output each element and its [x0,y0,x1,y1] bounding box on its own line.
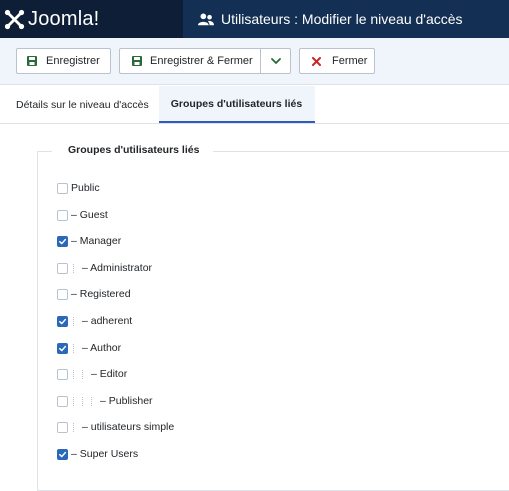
check-icon [59,451,67,457]
tab-linked-user-groups[interactable]: Groupes d'utilisateurs liés [158,86,316,123]
group-label[interactable]: – Administrator [82,262,152,274]
users-icon [198,13,214,26]
group-checkbox[interactable] [57,209,68,221]
group-row: – Registered [57,286,131,302]
group-row: – adherent [57,313,132,329]
check-icon [59,318,67,324]
fieldset-legend: Groupes d'utilisateurs liés [52,144,214,156]
group-checkbox[interactable] [57,182,68,194]
tab-list: Détails sur le niveau d'accès Groupes d'… [0,86,509,124]
group-checkbox[interactable] [57,235,68,247]
save-options-dropdown-button[interactable] [260,48,291,74]
group-checkbox[interactable] [57,315,68,327]
group-checkbox[interactable] [57,395,68,407]
check-icon [59,238,67,244]
group-label[interactable]: – Manager [71,235,121,247]
chevron-down-icon [270,57,281,64]
close-button-label: Fermer [332,55,368,67]
group-label[interactable]: – utilisateurs simple [82,421,174,433]
group-label[interactable]: – Publisher [100,395,153,407]
group-label[interactable]: – Author [82,342,121,354]
group-row: – Publisher [57,393,153,409]
group-checkbox[interactable] [57,342,68,354]
indent-guides [71,422,80,433]
brand-logo[interactable]: Joomla! [0,0,183,38]
group-row: Public [57,180,100,196]
joomla-logo-icon [4,9,25,29]
floppy-disk-icon [27,56,37,66]
app-header: Joomla! Utilisateurs : Modifier le nivea… [0,0,509,38]
close-button[interactable]: Fermer [299,48,375,74]
indent-guides [71,343,80,354]
group-checkbox[interactable] [57,368,68,380]
floppy-disk-icon [132,56,142,66]
group-label[interactable]: – Guest [71,209,108,221]
group-label[interactable]: – Registered [71,288,131,300]
check-icon [59,345,67,351]
save-button[interactable]: Enregistrer [16,48,111,74]
group-row: – Guest [57,207,108,223]
group-label[interactable]: Public [71,182,100,194]
group-checkbox[interactable] [57,262,68,274]
group-label[interactable]: – adherent [82,315,132,327]
save-and-close-button[interactable]: Enregistrer & Fermer [119,48,260,74]
save-and-close-label: Enregistrer & Fermer [150,55,253,67]
group-row: – Author [57,340,121,356]
group-label[interactable]: – Editor [91,368,127,380]
indent-guides [71,263,80,274]
group-checkbox[interactable] [57,448,68,460]
indent-guides [71,369,89,380]
tab-access-level-details[interactable]: Détails sur le niveau d'accès [5,86,159,123]
group-row: – Super Users [57,446,138,462]
indent-guides [71,396,98,407]
group-row: – Manager [57,233,121,249]
group-row: – utilisateurs simple [57,419,174,435]
save-button-label: Enregistrer [46,55,100,67]
close-x-icon [312,56,321,66]
indent-guides [71,316,80,327]
group-checkbox[interactable] [57,288,68,300]
group-checkbox[interactable] [57,421,68,433]
page-title: Utilisateurs : Modifier le niveau d'accè… [221,11,463,27]
title-bar: Utilisateurs : Modifier le niveau d'accè… [183,0,509,38]
group-label[interactable]: – Super Users [71,448,138,460]
brand-name: Joomla! [28,7,100,30]
save-close-group: Enregistrer & Fermer [119,48,291,74]
group-row: – Editor [57,366,127,382]
toolbar: Enregistrer Enregistrer & Fermer Fermer [0,38,509,85]
group-row: – Administrator [57,260,152,276]
